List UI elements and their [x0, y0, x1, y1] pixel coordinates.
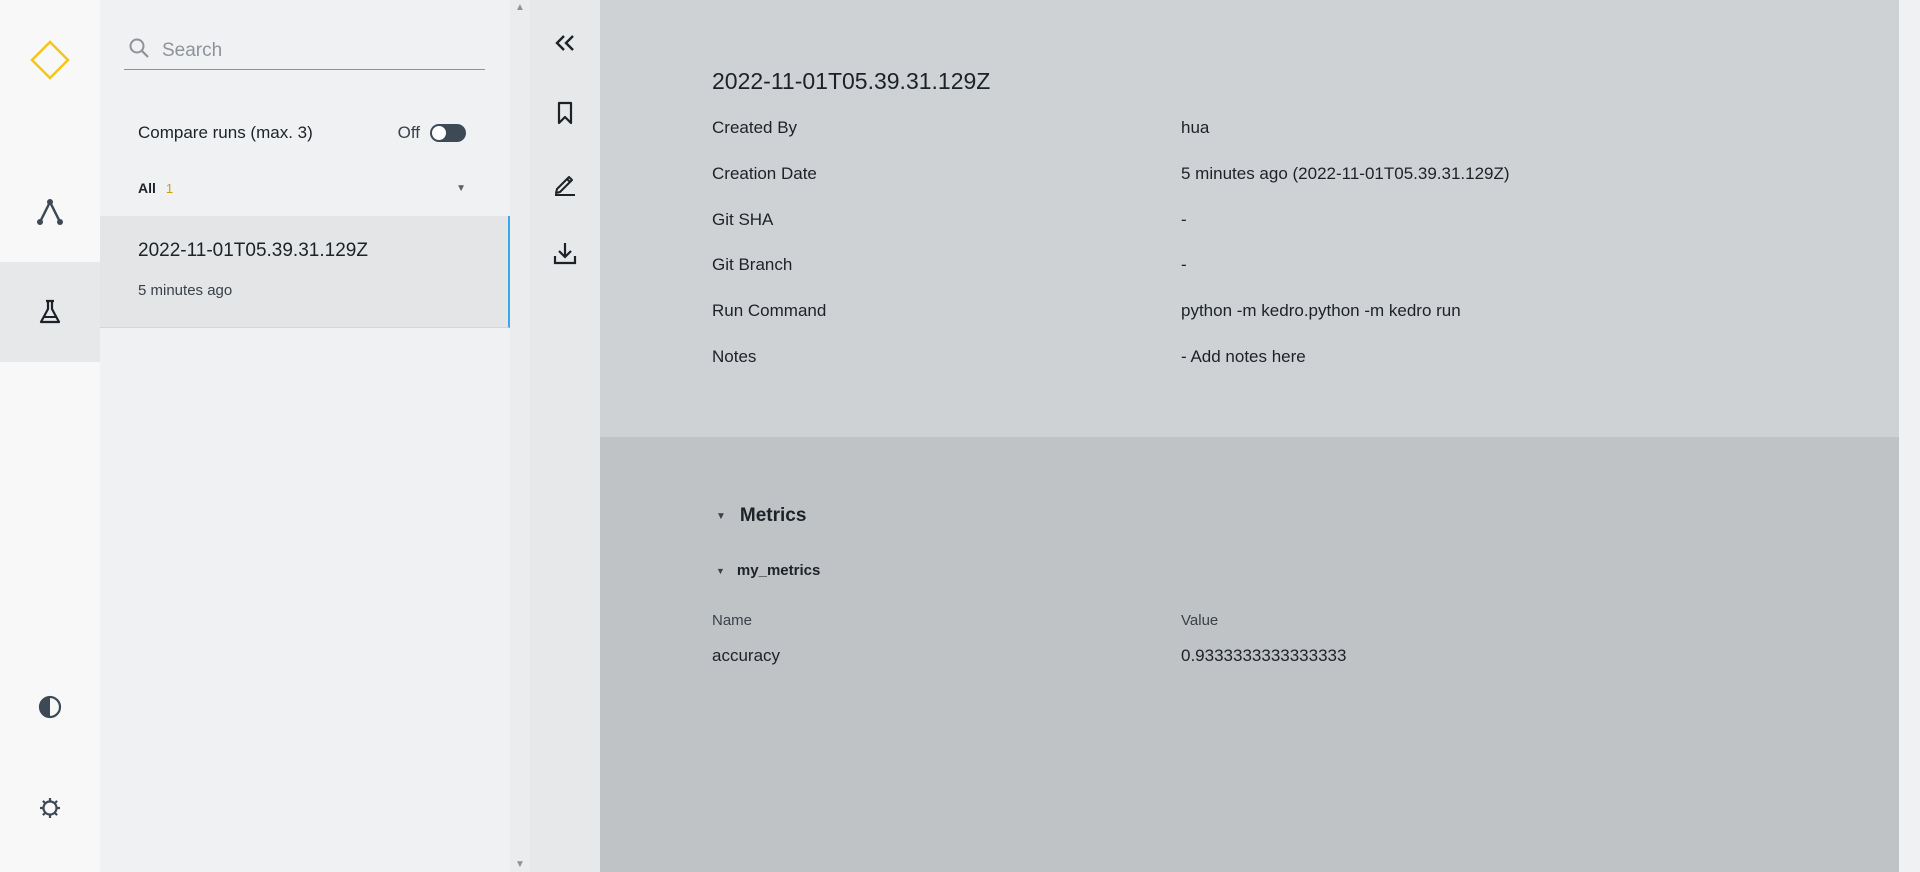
meta-label: Git SHA	[712, 210, 774, 229]
meta-value: hua	[1181, 118, 1210, 137]
meta-label: Notes	[712, 347, 757, 366]
meta-row-git-sha: Git SHA -	[712, 210, 1812, 236]
filter-count: 1	[165, 180, 174, 196]
page-scrollbar[interactable]	[1899, 0, 1920, 872]
experiment-flask-icon	[38, 299, 62, 325]
column-header-name: Name	[712, 612, 753, 629]
meta-label: Creation Date	[712, 164, 817, 183]
compare-toggle[interactable]	[430, 124, 466, 142]
kedro-logo-icon[interactable]	[30, 40, 70, 80]
collapse-sidebar-button[interactable]	[530, 20, 600, 70]
meta-value: 5 minutes ago (2022-11-01T05.39.31.129Z)	[1181, 164, 1510, 183]
export-button[interactable]	[530, 230, 600, 280]
experiment-tracking-nav-button[interactable]	[0, 262, 100, 362]
run-actions-toolbar	[530, 0, 600, 872]
runs-panel: Compare runs (max. 3) Off All 1 ▼ 2022-1…	[100, 0, 530, 872]
runs-filter[interactable]: All 1 ▼	[138, 178, 466, 198]
meta-row-git-branch: Git Branch -	[712, 255, 1812, 281]
settings-gear-icon	[38, 796, 62, 820]
search-input[interactable]	[162, 39, 462, 62]
theme-toggle-button[interactable]	[0, 657, 100, 757]
theme-toggle-icon	[38, 695, 62, 719]
caret-down-icon: ▼	[716, 510, 726, 522]
settings-button[interactable]	[0, 758, 100, 858]
compare-toggle-wrap: Off	[398, 123, 466, 143]
meta-label: Git Branch	[712, 255, 793, 274]
global-nav	[0, 0, 100, 872]
metric-value: 0.9333333333333333	[1181, 646, 1347, 665]
meta-label: Created By	[712, 118, 798, 137]
notes-value[interactable]: - Add notes here	[1181, 347, 1306, 367]
filter-label: All	[138, 180, 156, 196]
compare-runs-label: Compare runs (max. 3)	[138, 123, 313, 142]
metrics-group-title: my_metrics	[736, 562, 821, 579]
run-details-title: 2022-11-01T05.39.31.129Z	[712, 68, 991, 94]
compare-toggle-state: Off	[397, 123, 420, 142]
chevron-down-icon[interactable]: ▼	[456, 183, 466, 194]
meta-row-creation-date: Creation Date 5 minutes ago (2022-11-01T…	[712, 164, 1812, 190]
compare-runs-row: Compare runs (max. 3) Off	[138, 120, 466, 146]
runs-scrollbar[interactable]: ▲ ▼	[510, 0, 530, 872]
run-time: 5 minutes ago	[138, 282, 233, 299]
metrics-group-header[interactable]: ▼ my_metrics	[716, 562, 820, 579]
caret-down-icon: ▼	[716, 565, 725, 576]
metrics-accordion-header[interactable]: ▼ Metrics	[716, 505, 806, 527]
collapse-icon	[553, 33, 577, 58]
meta-value: python -m kedro.python -m kedro run	[1181, 301, 1461, 320]
flowchart-icon	[35, 197, 65, 227]
run-list-item[interactable]: 2022-11-01T05.39.31.129Z 5 minutes ago	[100, 216, 510, 328]
metrics-section: ▼ Metrics ▼ my_metrics Name Value accura…	[600, 437, 1899, 872]
meta-row-run-command: Run Command python -m kedro.python -m ke…	[712, 301, 1812, 327]
scroll-down-icon[interactable]: ▼	[515, 859, 525, 870]
run-details-panel: 2022-11-01T05.39.31.129Z Created By hua …	[600, 0, 1899, 437]
meta-value: -	[1181, 210, 1187, 229]
run-title: 2022-11-01T05.39.31.129Z	[138, 240, 368, 261]
download-icon	[552, 240, 578, 271]
flowchart-nav-button[interactable]	[0, 162, 100, 262]
bookmark-button[interactable]	[530, 90, 600, 140]
metric-name: accuracy	[712, 646, 781, 665]
metrics-title: Metrics	[739, 505, 807, 526]
search-icon	[124, 37, 162, 64]
meta-label: Run Command	[712, 301, 827, 320]
scroll-up-icon[interactable]: ▲	[515, 2, 525, 13]
meta-row-created-by: Created By hua	[712, 118, 1812, 144]
search-field	[124, 32, 485, 70]
meta-value: -	[1181, 255, 1187, 274]
meta-row-notes: Notes - Add notes here	[712, 347, 1812, 373]
column-header-value: Value	[1181, 612, 1219, 629]
edit-details-button[interactable]	[530, 160, 600, 210]
bookmark-icon	[555, 101, 575, 130]
edit-icon	[552, 170, 578, 201]
